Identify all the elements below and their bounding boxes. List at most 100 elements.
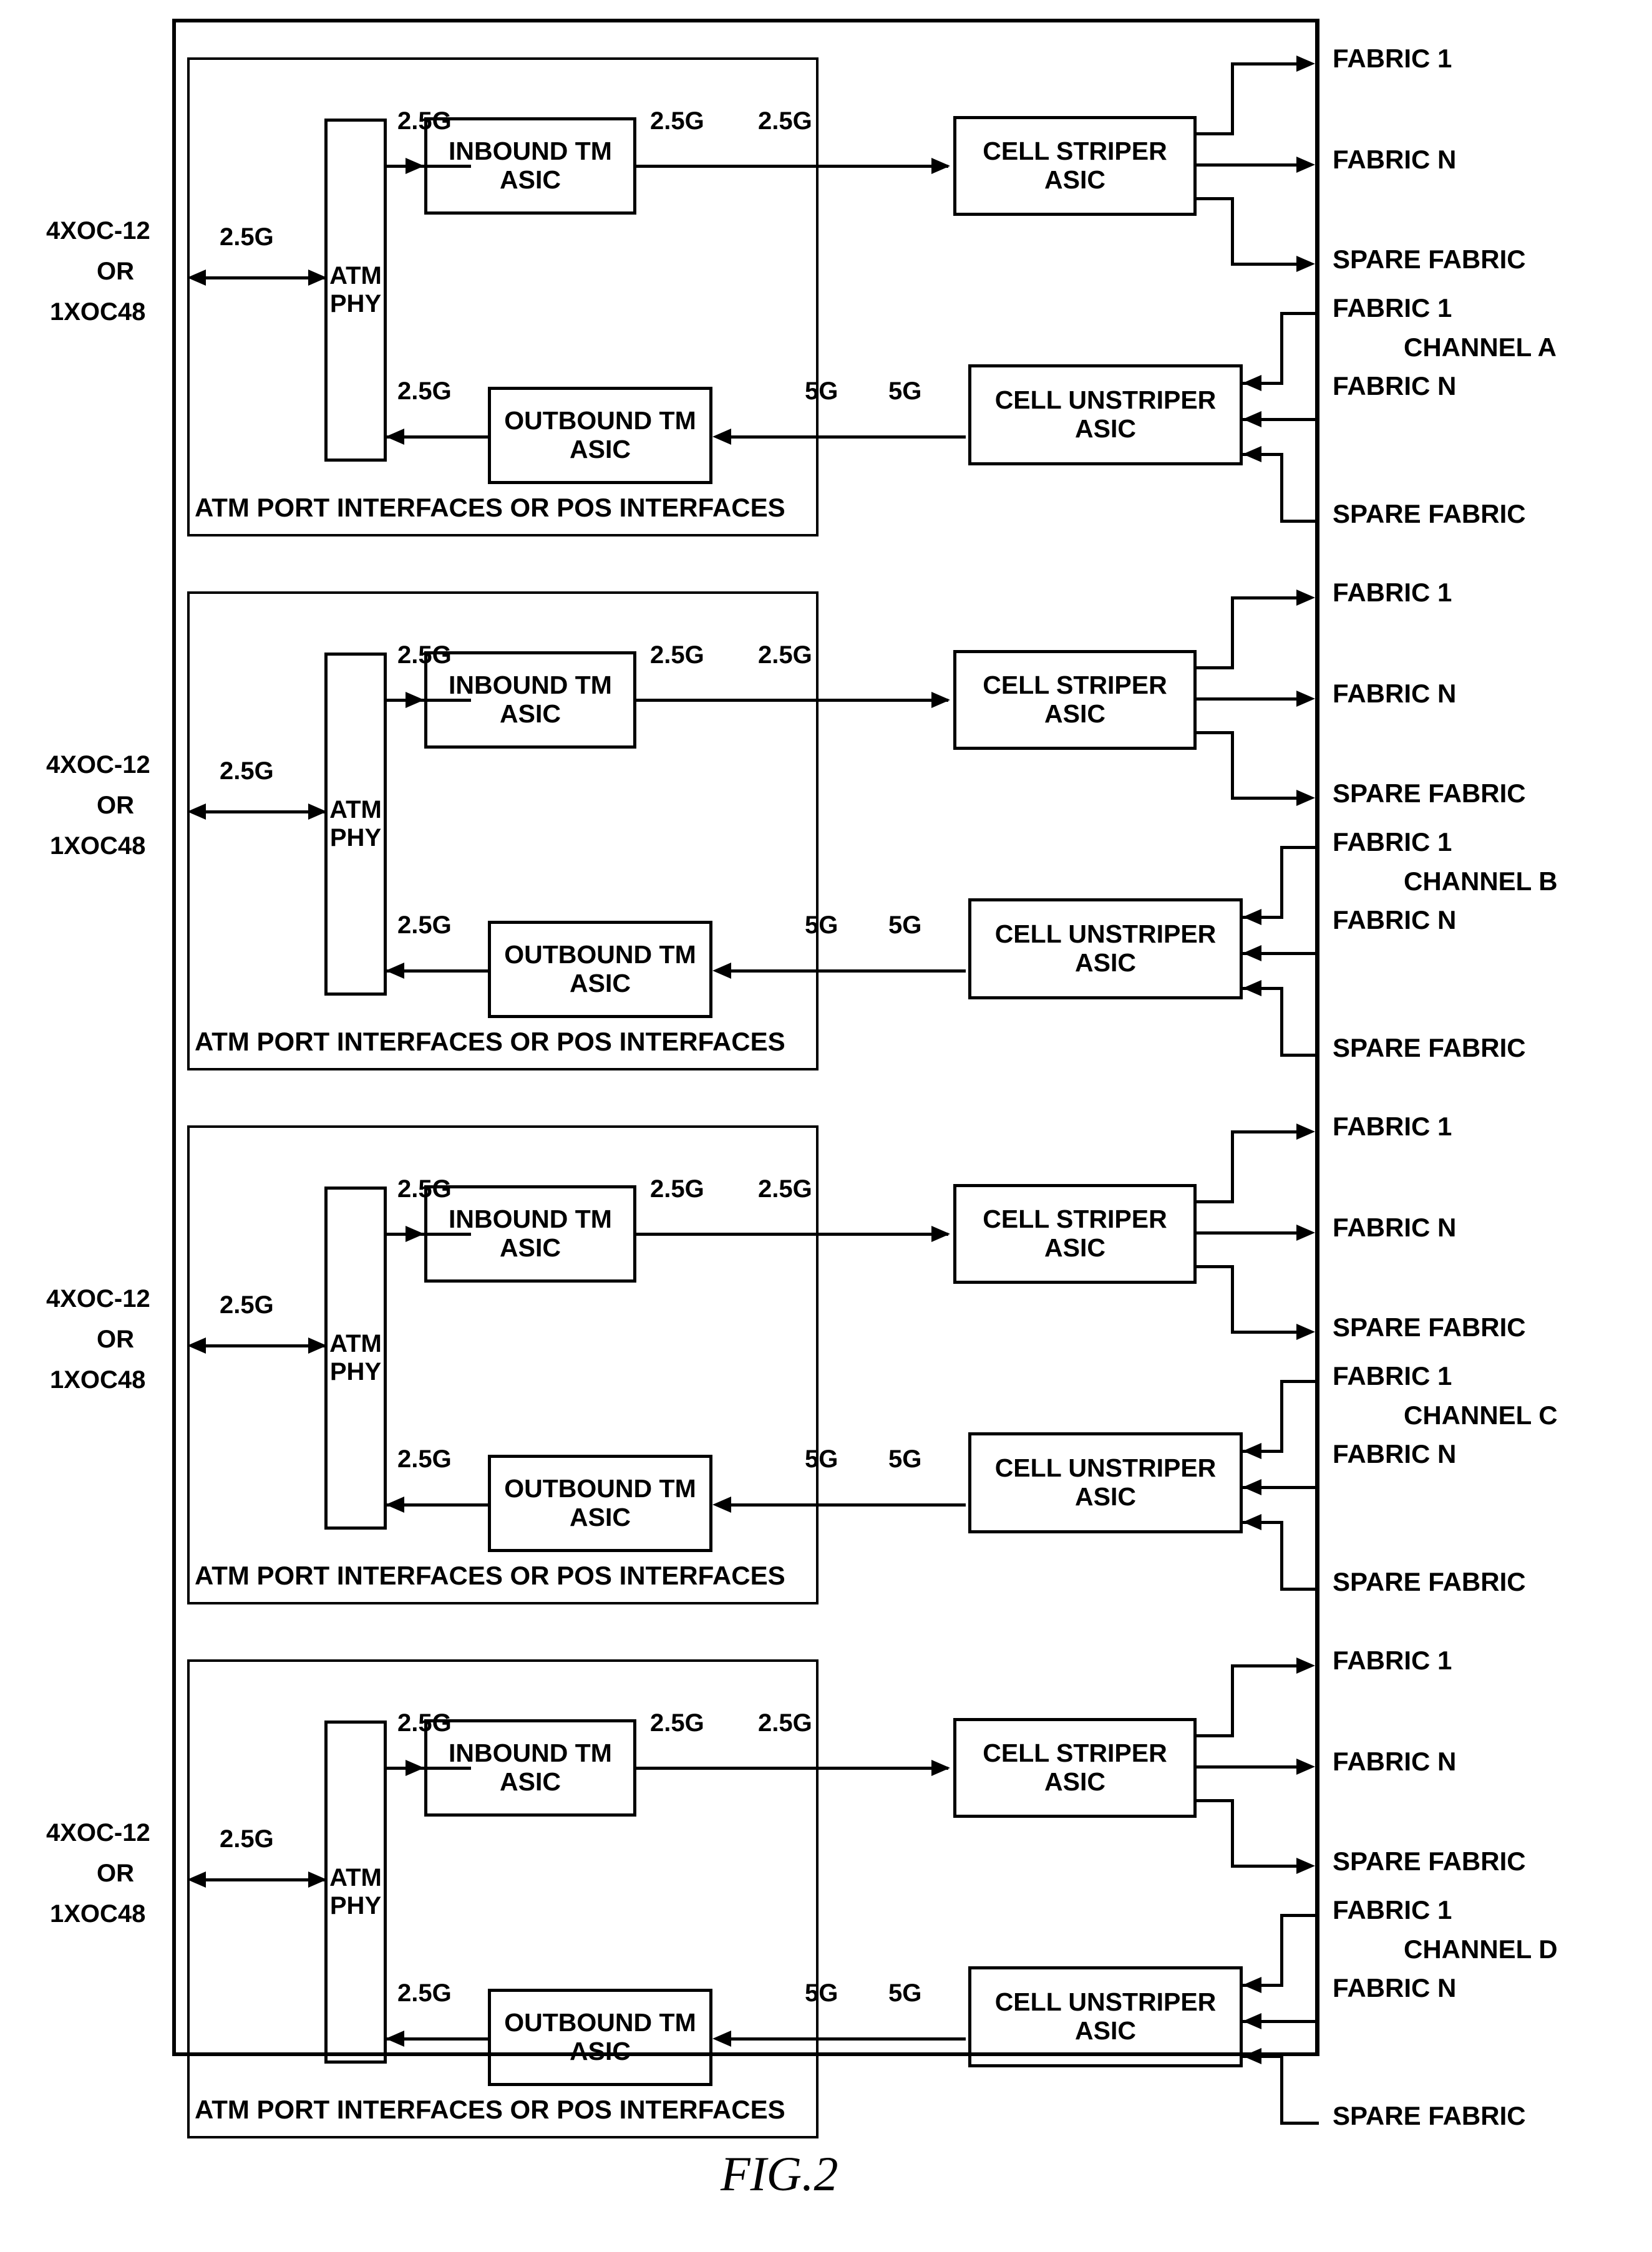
channel-b-cell-unstriper-asic-block: CELL UNSTRIPER ASIC	[968, 898, 1243, 999]
channel-a-fabric-1-in-label: FABRIC 1	[1333, 293, 1452, 323]
channel-b-fabric-1-in-label: FABRIC 1	[1333, 827, 1452, 857]
cell-unstriper-label-line2: ASIC	[1075, 948, 1136, 977]
channel-c-fabric-1-out-label: FABRIC 1	[1333, 1112, 1452, 1141]
channel-a-port-label-line1: 4XOC-12	[46, 217, 150, 245]
channel-b-unstriper-sp-h2	[1280, 1054, 1319, 1057]
channel-b-unstriper-f1-v	[1280, 846, 1283, 919]
channel-c-atm-phy-block: ATM PHY	[324, 1187, 387, 1530]
channel-b-port-label-line3: 1XOC48	[50, 832, 146, 860]
channel-a-unstriper-out-rate: 5G	[888, 377, 922, 405]
channel-d-striper-f1-h2	[1231, 1664, 1300, 1667]
channel-b-striper-sp-h1	[1197, 731, 1234, 734]
inbound-tm-label-line2: ASIC	[500, 1767, 561, 1796]
outbound-tm-label-line1: OUTBOUND TM	[504, 940, 696, 969]
channel-c-interfaces-caption: ATM PORT INTERFACES OR POS INTERFACES	[195, 1561, 785, 1590]
figure-canvas: 4XOC-12 OR 1XOC48 2.5G ATM PHY 2.5G INBO…	[0, 0, 1652, 2252]
channel-a-unstriper-sp-arrowhead	[1243, 446, 1261, 462]
channel-b-striper-sp-arrowhead	[1296, 790, 1315, 806]
channel-c-fabric-n-in-label: FABRIC N	[1333, 1439, 1457, 1468]
channel-c-striper-f1-arrowhead	[1296, 1124, 1315, 1140]
cell-striper-label-line2: ASIC	[1044, 1767, 1105, 1796]
channel-d-unstriper-sp-h2	[1280, 2122, 1319, 2125]
channel-b-striper-fn-arrowhead	[1296, 691, 1315, 707]
channel-c-inbound-out-rate: 2.5G	[650, 1175, 704, 1203]
channel-c-outbound-tm-asic-block: OUTBOUND TM ASIC	[488, 1455, 712, 1552]
channel-d-striper-sp-h1	[1197, 1799, 1234, 1802]
channel-b-striper-f1-v	[1231, 596, 1234, 669]
channel-d-inbound-out-rate: 2.5G	[650, 1709, 704, 1737]
channel-b-striper-fn-h	[1197, 697, 1300, 701]
outbound-tm-label-line1: OUTBOUND TM	[504, 1474, 696, 1503]
channel-d-unstriper-fn-arrowhead	[1243, 2013, 1261, 2029]
channel-d-inbound-tm-asic-block: INBOUND TM ASIC	[424, 1719, 636, 1817]
channel-c-unstriper-f1-h2	[1280, 1380, 1319, 1383]
cell-unstriper-label-line1: CELL UNSTRIPER	[994, 386, 1217, 415]
channel-a-spare-fabric-in-label: SPARE FABRIC	[1333, 499, 1526, 528]
channel-d-striper-in-rate: 2.5G	[758, 1709, 812, 1737]
channel-c-line-rate-label: 2.5G	[220, 1291, 274, 1319]
channel-d-outbound-in-rate: 5G	[805, 1979, 838, 2007]
channel-b-striper-f1-arrowhead	[1296, 590, 1315, 606]
channel-d-cell-striper-asic-block: CELL STRIPER ASIC	[953, 1718, 1197, 1818]
channel-c-fabric-n-out-label: FABRIC N	[1333, 1213, 1457, 1242]
channel-a-striper-f1-arrowhead	[1296, 56, 1315, 72]
channel-c-cell-unstriper-asic-block: CELL UNSTRIPER ASIC	[968, 1432, 1243, 1533]
atm-phy-label-line2: PHY	[329, 824, 382, 852]
channel-a-port-label-line3: 1XOC48	[50, 298, 146, 326]
channel-a-unstriper-outbound-arrowhead	[712, 429, 731, 445]
channel-a-inbound-out-rate: 2.5G	[650, 107, 704, 135]
channel-d-striper-fn-h	[1197, 1765, 1300, 1769]
channel-b-cell-striper-asic-block: CELL STRIPER ASIC	[953, 650, 1197, 750]
atm-phy-label-line1: ATM	[329, 1330, 382, 1358]
channel-d-striper-sp-v	[1231, 1799, 1234, 1868]
channel-b-striper-f1-h1	[1197, 666, 1234, 669]
channel-c-inbound-tm-asic-block: INBOUND TM ASIC	[424, 1185, 636, 1283]
cell-striper-label-line1: CELL STRIPER	[983, 671, 1167, 700]
channel-d-unstriper-sp-v	[1280, 2055, 1283, 2125]
channel-c-striper-f1-v	[1231, 1130, 1234, 1203]
outbound-tm-label-line1: OUTBOUND TM	[504, 406, 696, 435]
channel-c-outbound-phy-arrowhead	[386, 1497, 404, 1513]
channel-b-striper-f1-h2	[1231, 596, 1300, 599]
channel-d-fabric-n-in-label: FABRIC N	[1333, 1973, 1457, 2002]
channel-b-spare-fabric-in-label: SPARE FABRIC	[1333, 1033, 1526, 1062]
atm-phy-label-line2: PHY	[329, 290, 382, 318]
channel-a-striper-fn-arrowhead	[1296, 157, 1315, 173]
channel-c-striper-sp-h1	[1197, 1265, 1234, 1268]
cell-striper-label-line2: ASIC	[1044, 165, 1105, 194]
channel-d-unstriper-f1-v	[1280, 1914, 1283, 1987]
channel-a-spare-fabric-out-label: SPARE FABRIC	[1333, 245, 1526, 274]
channel-b-unstriper-sp-arrowhead	[1243, 980, 1261, 996]
channel-a-striper-sp-arrowhead	[1296, 256, 1315, 272]
fabric-bus-rail	[1315, 19, 1319, 2056]
channel-d-striper-f1-h1	[1197, 1734, 1234, 1737]
channel-d-unstriper-out-rate: 5G	[888, 1979, 922, 2007]
channel-c-outbound-in-rate: 5G	[805, 1445, 838, 1473]
channel-a-inbound-striper-arrowhead	[931, 158, 950, 174]
channel-d-outbound-phy-arrowhead	[386, 2031, 404, 2047]
channel-c-spare-fabric-out-label: SPARE FABRIC	[1333, 1313, 1526, 1342]
channel-b-line-rate-label: 2.5G	[220, 757, 274, 785]
channel-a-name-label: CHANNEL A	[1404, 332, 1557, 362]
channel-a-unstriper-fn-arrowhead	[1243, 411, 1261, 427]
channel-d-port-label-line1: 4XOC-12	[46, 1819, 150, 1847]
channel-b-outbound-phy-arrowhead	[386, 963, 404, 979]
channel-c-striper-f1-h1	[1197, 1200, 1234, 1203]
channel-a-inbound-striper-shaft	[636, 165, 948, 168]
channel-d-line-rate-arrow-left	[187, 1871, 206, 1888]
channel-c-striper-sp-h2	[1231, 1331, 1300, 1334]
channel-b-striper-in-rate: 2.5G	[758, 641, 812, 669]
cell-unstriper-label-line1: CELL UNSTRIPER	[994, 1454, 1217, 1483]
channel-a-fabric-n-out-label: FABRIC N	[1333, 145, 1457, 174]
channel-b-fabric-n-out-label: FABRIC N	[1333, 679, 1457, 708]
channel-d-inbound-striper-shaft	[636, 1767, 948, 1770]
channel-c-unstriper-sp-v	[1280, 1521, 1283, 1591]
channel-b-spare-fabric-out-label: SPARE FABRIC	[1333, 779, 1526, 808]
atm-phy-label-line1: ATM	[329, 1864, 382, 1892]
channel-d-line-rate-arrow-shaft	[193, 1878, 326, 1881]
channel-c-unstriper-outbound-arrowhead	[712, 1497, 731, 1513]
channel-a-striper-in-rate: 2.5G	[758, 107, 812, 135]
channel-d-spare-fabric-out-label: SPARE FABRIC	[1333, 1847, 1526, 1876]
channel-c-port-label-line3: 1XOC48	[50, 1366, 146, 1394]
channel-b-phy-inbound-arrowhead	[406, 692, 424, 708]
